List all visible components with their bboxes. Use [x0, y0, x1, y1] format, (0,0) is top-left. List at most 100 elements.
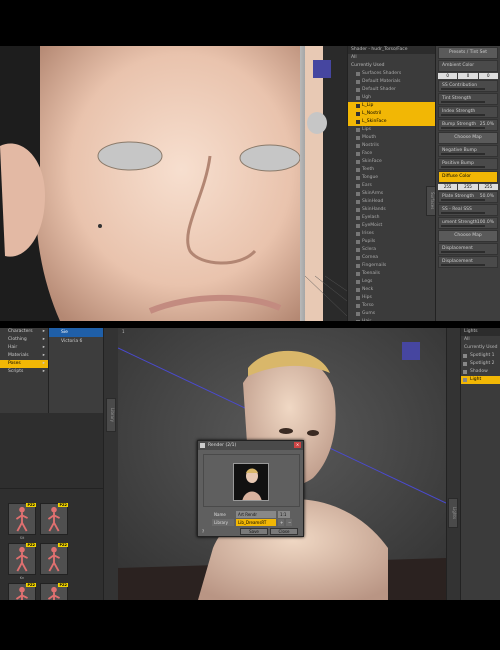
property-slider[interactable]: SS Contribution	[438, 80, 498, 92]
pose-thumbnail[interactable]: PZ2 Sit	[8, 503, 36, 540]
slider-track[interactable]	[441, 212, 485, 214]
tree-row[interactable]: Surfaces Shaders	[348, 70, 435, 78]
tree-row[interactable]: Torso	[348, 302, 435, 310]
tree-row[interactable]: Pupils	[348, 238, 435, 246]
tree-row[interactable]: Nostrils	[348, 142, 435, 150]
tree-row[interactable]: Tongue	[348, 174, 435, 182]
light-row[interactable]: Spotlight 1	[461, 352, 500, 360]
name-input[interactable]: Art Rendr	[236, 511, 276, 518]
tree-row[interactable]: EyeMoist	[348, 222, 435, 230]
tree-row[interactable]: Lips	[348, 126, 435, 134]
property-slider[interactable]: ument Strength 100.0%	[438, 217, 498, 229]
choose-map-button[interactable]: Choose Map	[438, 132, 498, 144]
tab-all[interactable]: All	[348, 54, 435, 62]
tree-row[interactable]: Face	[348, 150, 435, 158]
slider-track[interactable]	[441, 114, 485, 116]
category-characters[interactable]: Characters ▸	[0, 328, 48, 336]
close-button[interactable]: Close	[270, 528, 298, 535]
lights-tab-all[interactable]: All	[461, 336, 500, 344]
tree-row[interactable]: SkinHead	[348, 198, 435, 206]
diffuse-b[interactable]: 255	[478, 184, 498, 190]
tree-row[interactable]: Hair	[348, 318, 435, 321]
tree-row[interactable]: Ears	[348, 182, 435, 190]
tree-row[interactable]: Default Materials	[348, 78, 435, 86]
remove-icon[interactable]: −	[286, 519, 292, 526]
library-dropdown[interactable]: Library	[212, 519, 234, 526]
render-dialog[interactable]: Render (2/1) × Name Art Rendr 1:1 Librar…	[197, 440, 304, 537]
property-slider[interactable]: Displacement	[438, 243, 498, 255]
tree-row[interactable]: Default Shader	[348, 86, 435, 94]
light-row[interactable]: Shadow	[461, 368, 500, 376]
tree-row[interactable]: Teeth	[348, 166, 435, 174]
tree-row[interactable]: Fingernails	[348, 262, 435, 270]
pose-thumbnail[interactable]: PZ2St	[8, 583, 36, 600]
category-hair[interactable]: Hair ▸	[0, 344, 48, 352]
pose-thumbnail[interactable]: PZ2	[40, 543, 68, 575]
tree-row[interactable]: SkinHands	[348, 206, 435, 214]
tree-row[interactable]: SkinFace	[348, 158, 435, 166]
tree-row[interactable]: Hips	[348, 294, 435, 302]
light-row[interactable]: Light	[461, 376, 500, 384]
secondary-viewport[interactable]	[305, 46, 347, 321]
slider-track[interactable]	[441, 251, 485, 253]
slider-track[interactable]	[441, 101, 485, 103]
library-item[interactable]: Victoria 6	[49, 337, 103, 346]
slider-track[interactable]	[441, 199, 485, 201]
tab-currently-used[interactable]: Currently Used	[348, 62, 435, 70]
category-scripts[interactable]: Scripts ▸	[0, 368, 48, 376]
add-icon[interactable]: +	[278, 519, 284, 526]
ambient-b[interactable]: 0	[478, 73, 498, 79]
slider-track[interactable]	[441, 88, 485, 90]
save-button[interactable]: Save	[240, 528, 268, 535]
ambient-r[interactable]: 0	[438, 73, 458, 79]
category-poses[interactable]: Poses ▸	[0, 360, 48, 368]
tree-row[interactable]: Irises	[348, 230, 435, 238]
lights-side-tab[interactable]: Lights	[448, 498, 458, 528]
property-slider[interactable]: SS - Real SSS	[438, 204, 498, 216]
top-3d-viewport[interactable]	[0, 46, 300, 321]
property-slider[interactable]: Displacement	[438, 256, 498, 268]
tree-row[interactable]: L_Lip	[348, 102, 435, 110]
tree-row[interactable]: Legs	[348, 278, 435, 286]
size-field[interactable]: 1:1	[278, 511, 290, 518]
diffuse-r[interactable]: 255	[438, 184, 458, 190]
render-dialog-titlebar[interactable]: Render (2/1) ×	[198, 441, 303, 450]
tree-row[interactable]: Gums	[348, 310, 435, 318]
choose-map-button[interactable]: Choose Map	[438, 230, 498, 242]
library-item[interactable]: Sie	[49, 328, 103, 337]
destination-dropdown[interactable]: Lib_DreamsRT	[236, 519, 276, 526]
tree-row[interactable]: Cornea	[348, 254, 435, 262]
library-side-tab[interactable]: Library	[106, 398, 116, 432]
tree-row[interactable]: Eyelash	[348, 214, 435, 222]
ambient-g[interactable]: 0	[458, 73, 478, 79]
tree-row[interactable]: L_SkinFace	[348, 118, 435, 126]
presets-button[interactable]: Presets / Tint Set	[438, 47, 498, 59]
surfaces-side-tab[interactable]: Surfaces	[426, 186, 435, 216]
tree-row[interactable]: L_Nostril	[348, 110, 435, 118]
category-clothing[interactable]: Clothing ▸	[0, 336, 48, 344]
tree-row[interactable]: Mouth	[348, 134, 435, 142]
property-slider[interactable]: Bump Strength 25.0%	[438, 119, 498, 131]
slider-track[interactable]	[441, 127, 485, 129]
pose-thumbnail[interactable]: PZ2 Kn	[8, 543, 36, 580]
tree-row[interactable]: SkinArms	[348, 190, 435, 198]
close-icon[interactable]: ×	[294, 442, 301, 448]
tree-row[interactable]: Ugh	[348, 94, 435, 102]
ambient-rgb[interactable]: 0 0 0	[438, 73, 498, 79]
property-slider[interactable]: Negative Bump	[438, 145, 498, 157]
diffuse-rgb[interactable]: 255 255 255	[438, 184, 498, 190]
lights-tab-currently-used[interactable]: Currently Used	[461, 344, 500, 352]
pose-thumbnail[interactable]: PZ2	[40, 583, 68, 600]
property-slider[interactable]: Index Strength	[438, 106, 498, 118]
slider-track[interactable]	[441, 264, 485, 266]
property-slider[interactable]: Tint Strength	[438, 93, 498, 105]
pose-thumbnail[interactable]: PZ2	[40, 503, 68, 535]
slider-track[interactable]	[441, 153, 485, 155]
slider-track[interactable]	[441, 166, 485, 168]
light-row[interactable]: Spotlight 2	[461, 360, 500, 368]
category-materials[interactable]: Materials ▸	[0, 352, 48, 360]
tree-row[interactable]: Sclera	[348, 246, 435, 254]
tree-row[interactable]: Neck	[348, 286, 435, 294]
diffuse-g[interactable]: 255	[458, 184, 478, 190]
tree-row[interactable]: Toenails	[348, 270, 435, 278]
